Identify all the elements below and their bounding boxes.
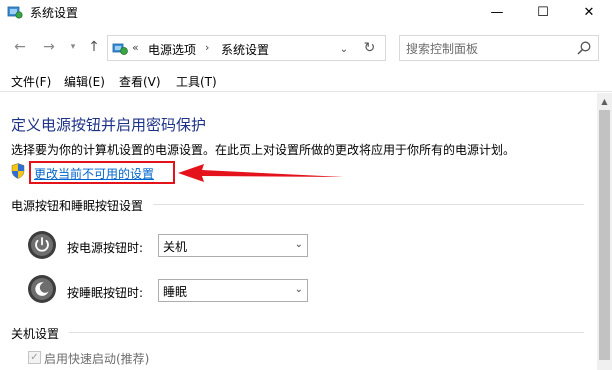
page-description: 选择要为你的计算机设置的电源设置。在此页上对设置所做的更改将应用于你所有的电源计… — [11, 143, 516, 157]
chevron-down-icon: ⌄ — [294, 239, 303, 250]
vertical-scrollbar[interactable]: ▲ — [597, 93, 612, 370]
forward-arrow-icon: → — [43, 39, 55, 55]
control-panel-icon — [7, 6, 23, 19]
menu-edit[interactable]: 编辑(E) — [64, 73, 105, 90]
power-options-icon — [112, 43, 128, 55]
window-title: 系统设置 — [30, 6, 79, 20]
menu-bar: 文件(F) 编辑(E) 查看(V) 工具(T) — [0, 70, 612, 92]
sleep-button-label: 按睡眠按钮时: — [67, 286, 144, 300]
maximize-button[interactable]: ☐ — [520, 0, 566, 24]
section-divider — [153, 204, 584, 205]
menu-file[interactable]: 文件(F) — [11, 73, 51, 90]
navigation-bar: ← → ▾ ↑ « 电源选项 › 系统设置 ⌄ ↻ — [0, 30, 612, 64]
page-title: 定义电源按钮并启用密码保护 — [11, 116, 207, 134]
search-icon — [577, 41, 591, 55]
scroll-thumb[interactable] — [599, 110, 610, 360]
main-content: 定义电源按钮并启用密码保护 选择要为你的计算机设置的电源设置。在此页上对设置所做… — [0, 93, 597, 370]
sleep-button-action-value: 睡眠 — [163, 285, 188, 299]
uac-shield-icon — [11, 163, 25, 179]
chevron-down-icon: ▾ — [70, 42, 76, 52]
maximize-icon: ☐ — [537, 4, 549, 20]
minimize-icon: — — [490, 4, 504, 20]
close-icon: ✕ — [583, 4, 595, 20]
power-button-label: 按电源按钮时: — [67, 241, 144, 255]
search-input[interactable] — [406, 40, 566, 58]
sleep-button-action-select[interactable]: 睡眠 ⌄ — [158, 279, 308, 302]
back-button[interactable]: ← — [11, 38, 29, 56]
refresh-button[interactable]: ↻ — [354, 35, 386, 61]
address-dropdown-button[interactable]: ⌄ — [335, 40, 353, 58]
change-settings-link-text[interactable]: 更改当前不可用的设置 — [34, 165, 154, 182]
fast-startup-label: 启用快速启动(推荐) — [44, 352, 150, 366]
sleep-button-icon — [28, 275, 56, 303]
close-button[interactable]: ✕ — [566, 0, 612, 24]
up-button[interactable]: ↑ — [85, 38, 103, 56]
menu-view[interactable]: 查看(V) — [119, 73, 161, 90]
menu-tools[interactable]: 工具(T) — [176, 73, 217, 90]
change-unavailable-settings-link[interactable]: 更改当前不可用的设置 — [29, 161, 175, 184]
red-arrow-annotation — [178, 164, 344, 182]
breadcrumb-system-settings[interactable]: 系统设置 — [221, 41, 269, 58]
scroll-up-button[interactable]: ▲ — [597, 93, 612, 109]
chevron-down-icon: ⌄ — [339, 43, 349, 55]
up-arrow-icon: ↑ — [88, 39, 100, 55]
chevron-down-icon: ⌄ — [294, 284, 303, 295]
refresh-icon: ↻ — [363, 40, 376, 56]
breadcrumb-separator[interactable]: › — [205, 41, 209, 54]
title-bar: 系统设置 — ☐ ✕ — [0, 0, 612, 24]
section-divider — [69, 332, 584, 333]
power-button-action-value: 关机 — [163, 240, 188, 254]
minimize-button[interactable]: — — [474, 0, 520, 24]
checkmark-icon: ✓ — [30, 352, 39, 363]
address-bar[interactable]: « 电源选项 › 系统设置 ⌄ — [107, 35, 386, 61]
search-box[interactable] — [399, 35, 599, 61]
shutdown-section-heading: 关机设置 — [11, 327, 60, 341]
forward-button[interactable]: → — [40, 38, 58, 56]
recent-locations-button[interactable]: ▾ — [64, 38, 82, 56]
power-button-icon — [28, 231, 56, 259]
fast-startup-checkbox[interactable]: ✓ — [28, 351, 41, 364]
power-section-heading: 电源按钮和睡眠按钮设置 — [11, 199, 144, 213]
power-button-action-select[interactable]: 关机 ⌄ — [158, 234, 308, 257]
breadcrumb-overflow[interactable]: « — [132, 41, 139, 54]
scroll-up-icon: ▲ — [601, 96, 608, 106]
back-arrow-icon: ← — [14, 39, 26, 55]
breadcrumb-power-options[interactable]: 电源选项 — [148, 41, 196, 58]
